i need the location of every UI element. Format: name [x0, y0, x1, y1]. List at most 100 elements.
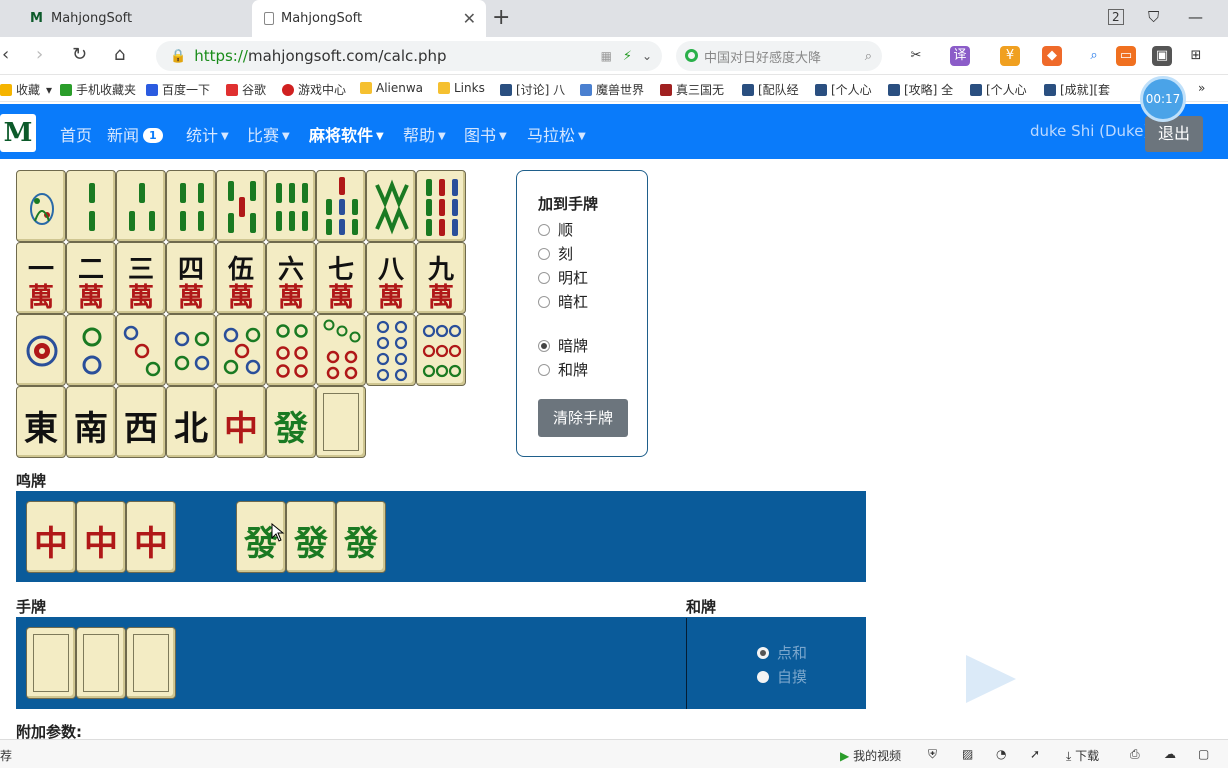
- radio-concealed-kong[interactable]: 暗杠: [538, 291, 588, 312]
- window-icon[interactable]: ▢: [1198, 747, 1209, 761]
- my-videos[interactable]: ▶ 我的视频: [840, 747, 901, 764]
- tile-character-9[interactable]: 九萬: [416, 242, 466, 314]
- browser-tab-2[interactable]: MahjongSoft ✕: [252, 0, 486, 37]
- close-tab-icon[interactable]: ✕: [463, 9, 476, 28]
- radio-concealed-tile[interactable]: 暗牌: [538, 335, 588, 356]
- radio-winning-tile[interactable]: 和牌: [538, 359, 588, 380]
- scissors-icon[interactable]: ✂: [906, 46, 926, 66]
- tile-character-7[interactable]: 七萬: [316, 242, 366, 314]
- radio-circle[interactable]: [538, 247, 550, 260]
- bookmark-links[interactable]: Links: [438, 81, 485, 95]
- radio-circle[interactable]: [538, 271, 550, 284]
- bookmark-game-center[interactable]: 游戏中心: [282, 81, 346, 98]
- nav-marathon[interactable]: 马拉松 ▼: [527, 122, 586, 146]
- translate-icon[interactable]: 译: [950, 46, 970, 66]
- tile-bamboo-1[interactable]: [16, 170, 66, 242]
- tile-bamboo-9[interactable]: [416, 170, 466, 242]
- new-tab-button[interactable]: +: [492, 5, 510, 30]
- tile-dot-7[interactable]: [316, 314, 366, 386]
- tile-south-wind[interactable]: 南: [66, 386, 116, 458]
- bookmark-discuss[interactable]: [讨论] 八: [500, 81, 565, 98]
- tile-character-3[interactable]: 三萬: [116, 242, 166, 314]
- tile-green-dragon[interactable]: 發: [266, 386, 316, 458]
- tile-bamboo-3[interactable]: [116, 170, 166, 242]
- bookmark-team[interactable]: [配队经: [742, 81, 799, 98]
- radio-circle[interactable]: [538, 339, 550, 352]
- download-button[interactable]: ⤓ 下载: [1066, 747, 1099, 764]
- bookmark-google[interactable]: 谷歌: [226, 81, 266, 98]
- image-icon[interactable]: ▨: [962, 747, 973, 761]
- tile-bamboo-6[interactable]: [266, 170, 316, 242]
- bookmark-dota[interactable]: 真三国无: [660, 81, 724, 98]
- radio-exposed-kong[interactable]: 明杠: [538, 267, 588, 288]
- hand-tile-empty[interactable]: [76, 627, 126, 699]
- nav-software[interactable]: 麻将软件 ▼: [309, 122, 384, 146]
- tile-character-1[interactable]: 一萬: [16, 242, 66, 314]
- tile-dot-2[interactable]: [66, 314, 116, 386]
- nav-news[interactable]: 新闻 1: [107, 122, 163, 146]
- nav-home[interactable]: 首页: [60, 122, 92, 146]
- radio-circle[interactable]: [538, 295, 550, 308]
- tile-red-dragon[interactable]: 中: [216, 386, 266, 458]
- bookmark-personal-2[interactable]: [个人心: [970, 81, 1027, 98]
- radio-circle[interactable]: [538, 223, 550, 236]
- meld-tile[interactable]: 中: [76, 501, 126, 573]
- meld-tile[interactable]: 發: [336, 501, 386, 573]
- chevron-down-icon[interactable]: ⌄: [642, 49, 652, 63]
- home-icon[interactable]: ⌂: [114, 44, 125, 65]
- reload-icon[interactable]: ↻: [72, 44, 87, 65]
- tile-dot-6[interactable]: [266, 314, 316, 386]
- speed-icon[interactable]: ◔: [996, 747, 1006, 761]
- hand-tile-empty[interactable]: [26, 627, 76, 699]
- search-icon[interactable]: ⌕: [865, 49, 872, 64]
- tile-character-2[interactable]: 二萬: [66, 242, 116, 314]
- url-bar[interactable]: 🔒 https:// mahjongsoft.com/calc.php ▦ ⚡ …: [156, 41, 662, 71]
- tile-bamboo-5[interactable]: [216, 170, 266, 242]
- tile-dot-4[interactable]: [166, 314, 216, 386]
- tile-north-wind[interactable]: 北: [166, 386, 216, 458]
- tile-character-4[interactable]: 四萬: [166, 242, 216, 314]
- meld-tile[interactable]: 中: [126, 501, 176, 573]
- printer-icon[interactable]: ⎙: [1130, 747, 1140, 762]
- tile-bamboo-8[interactable]: [366, 170, 416, 242]
- site-logo[interactable]: M: [0, 114, 36, 152]
- radio-circle[interactable]: [757, 670, 769, 683]
- extension-icon[interactable]: ▣: [1152, 46, 1172, 66]
- tile-dot-8[interactable]: [366, 314, 416, 386]
- hand-tile-empty[interactable]: [126, 627, 176, 699]
- tile-bamboo-4[interactable]: [166, 170, 216, 242]
- cloud-icon[interactable]: ☁: [1164, 747, 1176, 761]
- logout-button[interactable]: 退出: [1145, 116, 1203, 152]
- nav-stats[interactable]: 统计 ▼: [186, 122, 229, 146]
- shield-icon[interactable]: ⛨: [928, 747, 937, 762]
- game-icon[interactable]: ◆: [1042, 46, 1062, 66]
- browser-tab-1[interactable]: M MahjongSoft: [18, 0, 252, 37]
- bookmark-personal-1[interactable]: [个人心: [815, 81, 872, 98]
- bookmark-guide[interactable]: [攻略] 全: [888, 81, 953, 98]
- back-icon[interactable]: ‹: [2, 44, 9, 65]
- bookmarks-more[interactable]: »: [1198, 81, 1205, 95]
- bookmark-baidu[interactable]: 百度一下: [146, 81, 210, 98]
- radio-pung[interactable]: 刻: [538, 243, 573, 264]
- user-name[interactable]: duke Shi (Duke): [1030, 122, 1149, 140]
- tile-dot-9[interactable]: [416, 314, 466, 386]
- tab-count-badge[interactable]: 2: [1108, 9, 1124, 25]
- radio-discard-win[interactable]: 点和: [757, 642, 807, 663]
- apps-grid-icon[interactable]: ⊞: [1186, 46, 1206, 66]
- nav-match[interactable]: 比赛 ▼: [247, 122, 290, 146]
- clear-hand-button[interactable]: 清除手牌: [538, 399, 628, 437]
- shirt-icon[interactable]: ⛉: [1148, 8, 1159, 26]
- nav-help[interactable]: 帮助 ▼: [403, 122, 446, 146]
- bookmark-achievement[interactable]: [成就][套: [1044, 81, 1110, 98]
- magnifier-icon[interactable]: ⌕: [1084, 46, 1104, 66]
- bookmark-alienware[interactable]: Alienwa: [360, 81, 423, 95]
- tile-west-wind[interactable]: 西: [116, 386, 166, 458]
- tile-dot-5[interactable]: [216, 314, 266, 386]
- meld-tile[interactable]: 發: [286, 501, 336, 573]
- radio-self-draw[interactable]: 自摸: [757, 666, 807, 687]
- rocket-icon[interactable]: ➚: [1030, 747, 1040, 761]
- minimize-icon[interactable]: —: [1188, 8, 1203, 26]
- tile-white-dragon[interactable]: [316, 386, 366, 458]
- tile-character-5[interactable]: 伍萬: [216, 242, 266, 314]
- bookmark-favorites[interactable]: 收藏 ▾: [0, 81, 52, 98]
